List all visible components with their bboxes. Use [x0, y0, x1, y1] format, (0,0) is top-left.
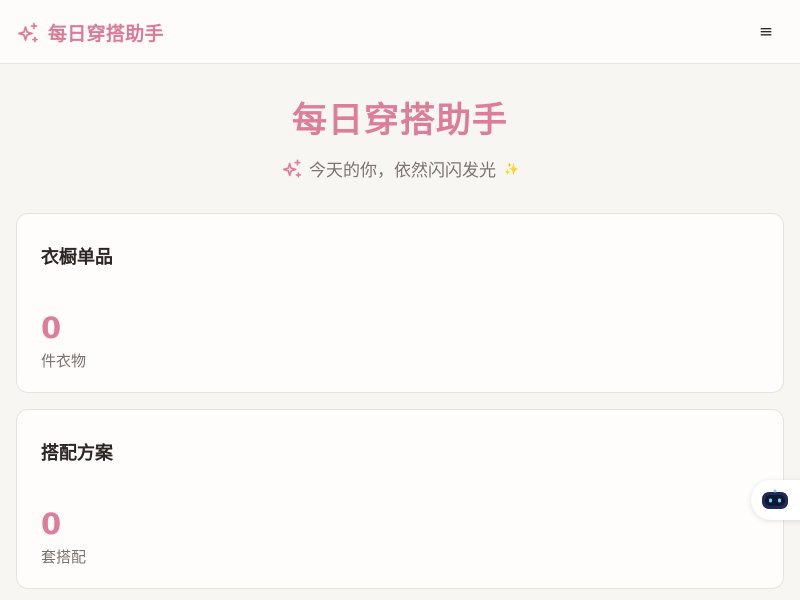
top-bar: 每日穿搭助手 ≡ [0, 0, 800, 64]
sparkles-icon [16, 21, 40, 45]
card-title: 搭配方案 [41, 443, 113, 464]
menu-button[interactable]: ≡ [754, 20, 778, 44]
app-title: 每日穿搭助手 [48, 23, 164, 45]
card-count: 0 [41, 507, 62, 541]
menu-icon: ≡ [758, 21, 774, 42]
card-unit: 套搭配 [41, 548, 87, 566]
assistant-button[interactable] [751, 480, 800, 520]
wardrobe-items-card[interactable]: 衣橱单品 0 件衣物 [16, 213, 784, 393]
small-sparkle-icon: ✨ [504, 161, 519, 176]
card-title: 衣橱单品 [41, 247, 113, 268]
subtitle-text: 今天的你，依然闪闪发光 [309, 161, 497, 181]
robot-icon [761, 489, 789, 511]
page-title: 每日穿搭助手 [291, 101, 508, 141]
page-subtitle: 今天的你，依然闪闪发光 ✨ [0, 156, 800, 181]
sparkles-icon [281, 158, 303, 180]
outfit-plans-card[interactable]: 搭配方案 0 套搭配 [16, 409, 784, 589]
brand[interactable]: 每日穿搭助手 [16, 19, 164, 46]
card-count: 0 [41, 311, 62, 345]
card-unit: 件衣物 [41, 352, 87, 370]
